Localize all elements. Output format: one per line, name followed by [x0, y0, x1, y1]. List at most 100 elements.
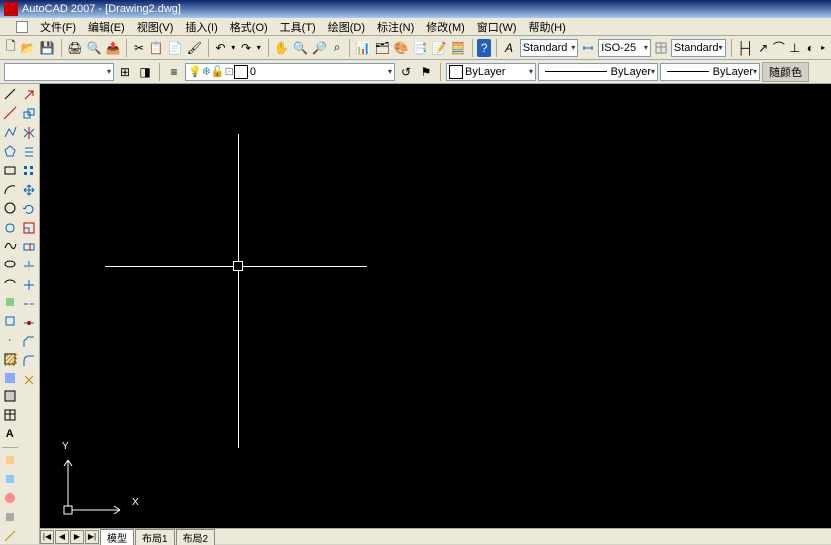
polyline-icon[interactable] — [1, 124, 19, 141]
pan-icon[interactable]: ✋ — [273, 39, 290, 57]
layer-state-icon[interactable]: ⚑ — [417, 63, 435, 81]
markup-icon[interactable]: 📝 — [431, 39, 448, 57]
menu-format[interactable]: 格式(O) — [224, 19, 274, 35]
mirror-icon[interactable] — [20, 124, 38, 141]
save-icon[interactable]: 💾 — [39, 39, 56, 57]
array-icon[interactable] — [20, 162, 38, 179]
table-icon[interactable] — [1, 407, 19, 424]
tab-layout1[interactable]: 布局1 — [135, 529, 175, 545]
dim-ordinate-icon[interactable]: ⊥ — [788, 39, 802, 57]
polygon-icon[interactable] — [1, 143, 19, 160]
paste-icon[interactable]: 📄 — [167, 39, 184, 57]
extra4-icon[interactable] — [1, 508, 19, 525]
insert-block-icon[interactable] — [1, 294, 19, 311]
undo-dropdown-icon[interactable]: ▾ — [229, 39, 237, 57]
tool-palette-icon[interactable]: 🎨 — [393, 39, 410, 57]
zoom-prev-icon[interactable]: 🔎 — [311, 39, 328, 57]
text-style-icon[interactable]: A — [502, 39, 518, 57]
dim-aligned-icon[interactable]: ↗ — [756, 39, 770, 57]
make-block-icon[interactable] — [1, 313, 19, 330]
tab-nav-last[interactable]: ▶| — [85, 530, 99, 544]
redo-icon[interactable]: ↷ — [239, 39, 253, 57]
dim-arc-icon[interactable]: ⌒ — [772, 39, 786, 57]
extra5-icon[interactable] — [1, 527, 19, 544]
tab-nav-next[interactable]: ▶ — [70, 530, 84, 544]
extra1-icon[interactable] — [1, 452, 19, 469]
layer-props-icon[interactable]: ⊞ — [116, 63, 134, 81]
layer-filter-select[interactable]: ▾ — [4, 63, 114, 81]
tab-nav-first[interactable]: |◀ — [40, 530, 54, 544]
print-icon[interactable]: 🖨 — [66, 39, 83, 57]
dim-style-select[interactable]: ISO-25▾ — [598, 39, 651, 57]
trim-icon[interactable] — [20, 257, 38, 274]
copy-icon[interactable]: 📋 — [148, 39, 165, 57]
stretch-icon[interactable] — [20, 238, 38, 255]
rectangle-icon[interactable] — [1, 162, 19, 179]
rotate-icon[interactable] — [20, 200, 38, 217]
tab-model[interactable]: 模型 — [100, 529, 134, 545]
explode-icon[interactable] — [20, 371, 38, 388]
menu-edit[interactable]: 编辑(E) — [82, 19, 131, 35]
linetype-select[interactable]: ByLayer▾ — [538, 63, 658, 81]
erase-icon[interactable] — [20, 86, 38, 103]
open-icon[interactable]: 📂 — [20, 39, 37, 57]
menu-insert[interactable]: 插入(I) — [179, 19, 223, 35]
menu-help[interactable]: 帮助(H) — [523, 19, 572, 35]
help-icon[interactable]: ? — [477, 39, 491, 57]
undo-icon[interactable]: ↶ — [214, 39, 228, 57]
design-center-icon[interactable]: 🗂 — [374, 39, 391, 57]
dim-radius-icon[interactable]: ◐ — [804, 39, 818, 57]
color-select[interactable]: ByLayer▾ — [446, 63, 536, 81]
arc-icon[interactable] — [1, 180, 19, 197]
more-icon[interactable]: ▸ — [819, 39, 827, 57]
publish-icon[interactable]: 📤 — [104, 39, 121, 57]
table-style-icon[interactable] — [653, 39, 669, 57]
layer-manager-icon[interactable]: ≡ — [165, 63, 183, 81]
table-style-select[interactable]: Standard▾ — [671, 39, 726, 57]
spline-icon[interactable] — [1, 237, 19, 254]
document-icon[interactable] — [16, 21, 28, 33]
move-icon[interactable] — [20, 181, 38, 198]
dim-linear-icon[interactable]: ├┤ — [736, 39, 754, 57]
copy-obj-icon[interactable] — [20, 105, 38, 122]
fillet-icon[interactable] — [20, 352, 38, 369]
print-preview-icon[interactable]: 🔍 — [86, 39, 103, 57]
chamfer-icon[interactable] — [20, 333, 38, 350]
offset-icon[interactable] — [20, 143, 38, 160]
region-icon[interactable] — [1, 388, 19, 405]
menu-draw[interactable]: 绘图(D) — [322, 19, 371, 35]
lineweight-select[interactable]: ByLayer▾ — [660, 63, 760, 81]
hatch-icon[interactable] — [1, 350, 19, 367]
join-icon[interactable] — [20, 314, 38, 331]
layer-prev-icon[interactable]: ↺ — [397, 63, 415, 81]
menu-file[interactable]: 文件(F) — [34, 19, 82, 35]
menu-dimension[interactable]: 标注(N) — [371, 19, 420, 35]
tab-nav-prev[interactable]: ◀ — [55, 530, 69, 544]
tab-layout2[interactable]: 布局2 — [176, 529, 216, 545]
menu-modify[interactable]: 修改(M) — [420, 19, 471, 35]
drawing-canvas[interactable]: Y X — [40, 84, 831, 528]
menu-view[interactable]: 视图(V) — [131, 19, 180, 35]
point-icon[interactable]: · — [1, 331, 19, 348]
menu-tools[interactable]: 工具(T) — [274, 19, 322, 35]
extend-icon[interactable] — [20, 276, 38, 293]
layer-select[interactable]: 💡❄🔓⊡ 0▾ — [185, 63, 395, 81]
ellipse-arc-icon[interactable] — [1, 275, 19, 292]
extra3-icon[interactable] — [1, 489, 19, 506]
break-icon[interactable] — [20, 295, 38, 312]
scale-icon[interactable] — [20, 219, 38, 236]
plot-style-select[interactable]: 随颜色 — [762, 62, 809, 82]
menu-window[interactable]: 窗口(W) — [471, 19, 523, 35]
ellipse-icon[interactable] — [1, 256, 19, 273]
zoom-realtime-icon[interactable]: 🔍 — [292, 39, 309, 57]
new-icon[interactable]: 🗋 — [4, 39, 18, 57]
dim-style-icon[interactable] — [580, 39, 596, 57]
construction-line-icon[interactable] — [1, 105, 19, 122]
sheet-set-icon[interactable]: 📑 — [412, 39, 429, 57]
extra2-icon[interactable] — [1, 470, 19, 487]
calc-icon[interactable]: 🧮 — [450, 39, 467, 57]
mtext-icon[interactable]: A — [1, 426, 19, 443]
zoom-window-icon[interactable]: ⌕ — [330, 39, 344, 57]
revcloud-icon[interactable] — [1, 218, 19, 235]
properties-icon[interactable]: 📊 — [355, 39, 372, 57]
